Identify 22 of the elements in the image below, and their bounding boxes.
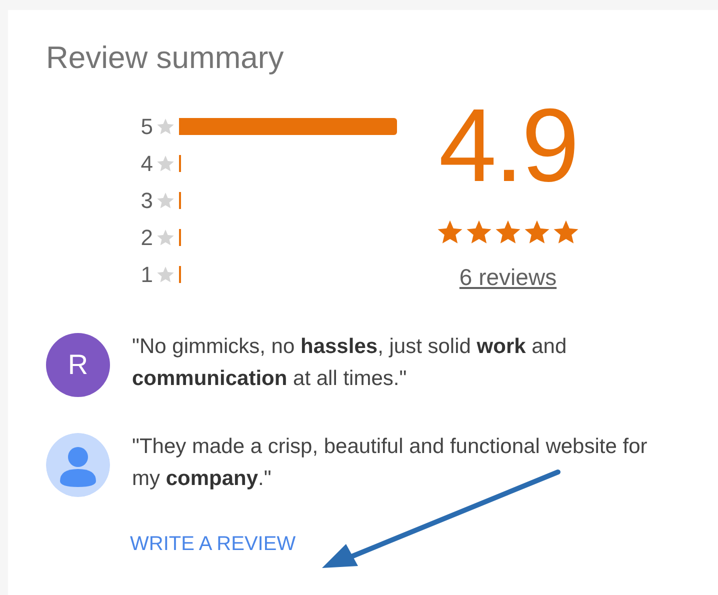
rating-label: 2	[140, 224, 153, 250]
star-icon	[156, 228, 175, 247]
review-text: "They made a crisp, beautiful and functional website for my company."	[132, 434, 648, 492]
rating-label: 3	[140, 188, 153, 214]
star-icon	[156, 191, 175, 210]
write-review-link[interactable]: WRITE A REVIEW	[130, 533, 296, 556]
star-icon	[523, 218, 551, 246]
star-icon	[465, 218, 493, 246]
avatar: R	[46, 333, 110, 397]
rating-label: 5	[140, 114, 153, 140]
section-title: Review summary	[46, 39, 285, 77]
review-text: "No gimmicks, no hassles, just solid work and communication at all times."	[132, 334, 568, 392]
rating-label: 1	[140, 262, 153, 288]
star-icon	[552, 218, 580, 246]
star-icon	[494, 218, 522, 246]
reviews-link[interactable]: 6 reviews	[459, 264, 557, 291]
star-icon	[156, 265, 175, 284]
rating-label: 4	[140, 150, 153, 176]
star-icon	[156, 117, 175, 136]
average-rating: 4.9	[438, 98, 578, 194]
star-icon	[156, 154, 175, 173]
star-icon	[436, 218, 464, 246]
